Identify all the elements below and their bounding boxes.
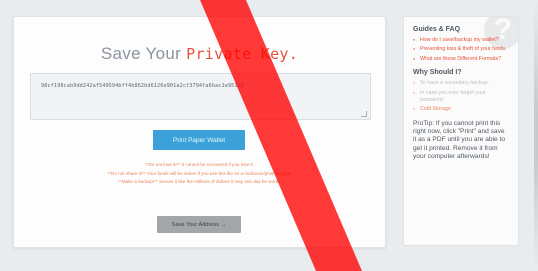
warning-do-not-share: **Do not share it!** Your funds will be …: [107, 170, 292, 176]
warning-make-backup: **Make a backup!** Secure it like the mi…: [118, 179, 281, 184]
save-private-key-panel: Save Your Private Key. 98cf198cab9dd242a…: [13, 16, 386, 248]
why-list: To have a secondary backup. In case you …: [413, 80, 509, 114]
save-your-address-button[interactable]: Save Your Address →: [157, 216, 241, 233]
why-item-forget-password: In case you ever forget your password.: [413, 90, 509, 105]
resize-grip-icon[interactable]: [361, 111, 367, 117]
page-scrollbar[interactable]: [534, 0, 538, 271]
guide-link-formats[interactable]: What are these Different Formats?: [413, 56, 509, 64]
guides-list: How do I save/backup my wallet? Preventi…: [413, 37, 509, 64]
protip-text: ProTip: If you cannot print this right n…: [413, 119, 505, 161]
title-prefix: Save Your: [100, 44, 182, 63]
page-title: Save Your Private Key.: [14, 44, 385, 64]
help-sidebar: ? Guides & FAQ How do I save/backup my w…: [403, 16, 519, 246]
print-paper-wallet-button[interactable]: Print Paper Wallet: [153, 130, 245, 150]
why-heading: Why Should I?: [413, 69, 462, 77]
warning-do-not-lose: **Do not lose it!** It cannot be recover…: [144, 162, 255, 167]
title-highlight: Private Key.: [186, 45, 299, 63]
warnings-block: **Do not lose it!** It cannot be recover…: [14, 161, 385, 187]
why-item-cold-storage[interactable]: Cold Storage: [413, 106, 509, 114]
guide-link-preventing-loss[interactable]: Preventing loss & theft of your funds.: [413, 46, 509, 54]
why-item-backup: To have a secondary backup.: [413, 80, 509, 88]
private-key-value: 98cf198cab9dd242af549594bff4b862bd6126e9…: [41, 83, 245, 89]
guide-link-save-backup[interactable]: How do I save/backup my wallet?: [413, 37, 509, 45]
guides-heading: Guides & FAQ: [413, 26, 461, 33]
private-key-textarea[interactable]: 98cf198cab9dd242af549594bff4b862bd6126e9…: [30, 73, 371, 120]
